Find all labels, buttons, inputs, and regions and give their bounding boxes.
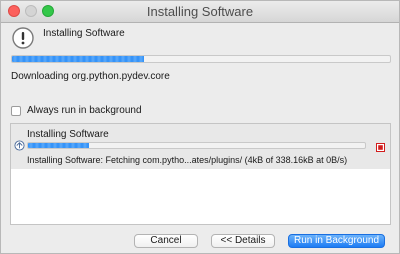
- dialog-heading: Installing Software: [43, 28, 125, 39]
- download-status: Downloading org.python.pydev.core: [11, 71, 170, 82]
- alert-icon: [12, 27, 34, 49]
- install-job-icon: [14, 140, 25, 151]
- job-name: Installing Software: [27, 129, 109, 140]
- job-detail: Installing Software: Fetching com.pytho.…: [27, 155, 348, 165]
- title-bar: Installing Software: [1, 1, 399, 23]
- always-run-in-background-label[interactable]: Always run in background: [27, 105, 142, 116]
- stop-job-icon[interactable]: [376, 143, 385, 152]
- overall-progress-bar: [11, 55, 391, 63]
- installing-software-dialog: Installing Software Installing Software …: [0, 0, 400, 254]
- overall-progress-fill: [12, 56, 145, 62]
- details-button[interactable]: << Details: [211, 234, 275, 248]
- always-run-in-background-checkbox[interactable]: [11, 106, 21, 116]
- job-progress-fill: [28, 143, 89, 148]
- window-title: Installing Software: [146, 4, 254, 19]
- job-progress-bar: [27, 142, 366, 149]
- cancel-button[interactable]: Cancel: [134, 234, 198, 248]
- run-in-background-button[interactable]: Run in Background: [288, 234, 385, 248]
- progress-details-panel: Installing Software Installing Software:…: [10, 123, 391, 225]
